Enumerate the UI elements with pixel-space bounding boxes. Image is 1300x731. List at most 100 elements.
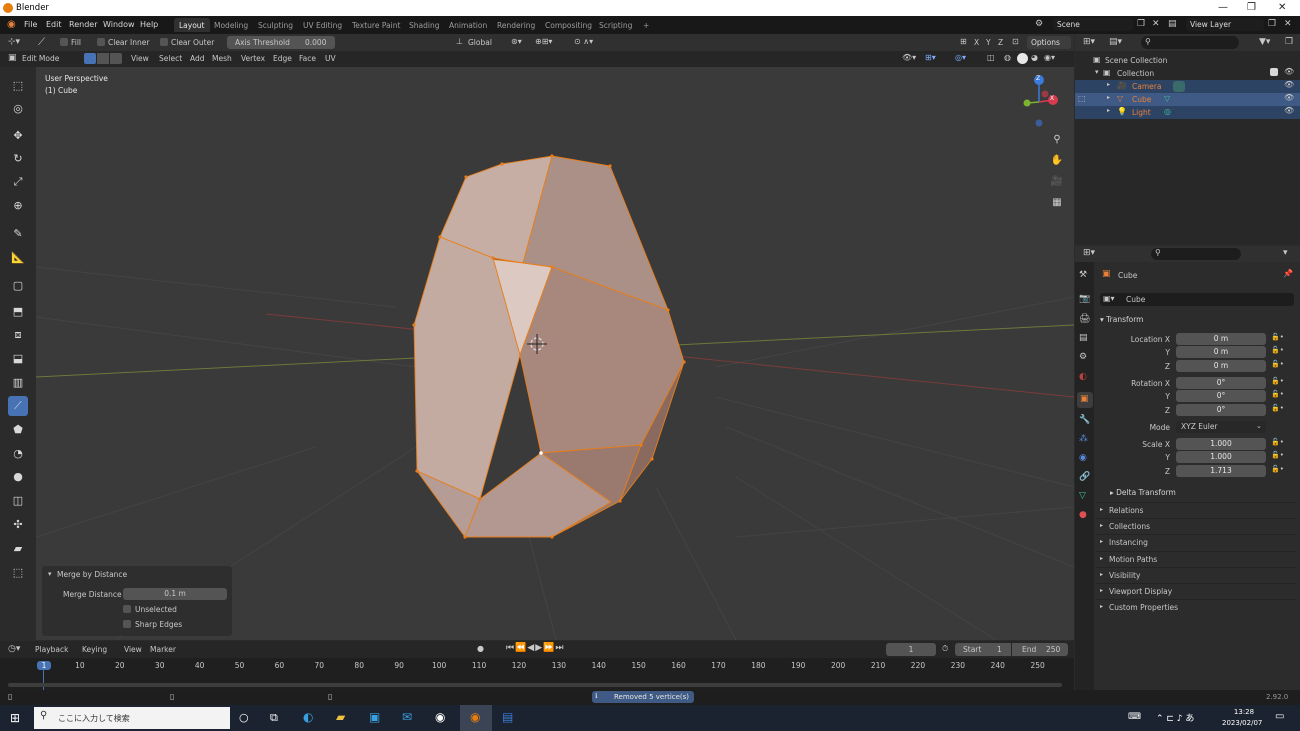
blender-taskbar-button[interactable]: ◉ <box>460 705 492 731</box>
rotation-y-field[interactable]: 0° <box>1176 390 1266 402</box>
snap-icon[interactable]: ⊕⊞▾ <box>535 37 552 46</box>
eye-icon[interactable]: 👁 <box>1284 106 1294 115</box>
edge-browser-icon[interactable]: ◐ <box>303 710 313 724</box>
mirror-icon[interactable]: ⊞ <box>960 37 967 46</box>
lock-icon[interactable]: 🔓• <box>1271 465 1284 473</box>
tab-uv-editing[interactable]: UV Editing <box>298 18 347 32</box>
modifiers-tab-icon[interactable]: 🔧 <box>1079 415 1090 425</box>
panel-custom-properties[interactable]: ▸ Custom Properties <box>1096 599 1296 614</box>
scale-x-field[interactable]: 1.000 <box>1176 438 1266 450</box>
expand-icon[interactable]: ▸ <box>1107 81 1110 88</box>
preview-range-icon[interactable]: ⏱ <box>942 644 948 654</box>
menu-view[interactable]: View <box>131 54 149 63</box>
end-frame-field[interactable]: End 250 <box>1012 643 1068 656</box>
rotation-z-field[interactable]: 0° <box>1176 404 1266 416</box>
start-frame-field[interactable]: Start 1 <box>955 643 1011 656</box>
delete-scene-icon[interactable]: ✕ <box>1152 19 1160 29</box>
sharp-edges-checkbox[interactable] <box>123 620 131 628</box>
menu-keying[interactable]: Keying <box>82 645 107 654</box>
scene-tab-icon[interactable]: ⚙ <box>1079 352 1087 362</box>
axis-y-toggle[interactable]: Y <box>986 38 991 47</box>
lock-icon[interactable]: 🔓• <box>1271 377 1284 385</box>
merge-distance-field[interactable]: 0.1 m <box>123 588 227 600</box>
delta-transform-header[interactable]: ▸ Delta Transform <box>1110 488 1176 497</box>
timeline-editor-icon[interactable]: ◷▾ <box>8 644 20 654</box>
3d-viewport[interactable]: User Perspective (1) Cube <box>36 67 1074 640</box>
tray-icons[interactable]: ⌃ ⊏ ♪ あ <box>1156 711 1194 724</box>
pin-icon[interactable]: 📌 <box>1283 269 1293 278</box>
add-cube-icon[interactable]: ▢ <box>8 275 28 295</box>
knife-icon[interactable]: ⟋ <box>8 396 28 416</box>
lock-icon[interactable]: 🔓• <box>1271 360 1284 368</box>
transform-panel-header[interactable]: ▾ Transform <box>1100 315 1143 324</box>
visibility-icon[interactable]: 👁▾ <box>902 53 916 62</box>
smooth-icon[interactable]: ● <box>8 466 28 486</box>
keyboard-icon[interactable]: ⌨ <box>1128 712 1141 722</box>
menu-file[interactable]: File <box>24 20 37 29</box>
menu-select[interactable]: Select <box>159 54 182 63</box>
solid-shading-icon[interactable] <box>1017 53 1028 64</box>
record-icon[interactable]: ● <box>477 644 484 653</box>
panel-relations[interactable]: ▸ Relations <box>1096 502 1296 517</box>
view-layer-field[interactable]: View Layer <box>1186 18 1264 31</box>
tab-texture-paint[interactable]: Texture Paint <box>347 18 405 32</box>
maximize-icon[interactable]: ❐ <box>1247 2 1256 13</box>
outliner-search[interactable]: ⚲ <box>1141 36 1239 49</box>
tab-shading[interactable]: Shading <box>404 18 444 32</box>
transform-icon[interactable]: ⊕ <box>8 195 28 215</box>
menu-help[interactable]: Help <box>140 20 158 29</box>
zoom-icon[interactable]: ⚲ <box>1048 130 1066 148</box>
extrude-icon[interactable]: ⬒ <box>8 301 28 321</box>
proportional-edit-icon[interactable]: ⊙ ∧▾ <box>574 37 593 46</box>
panel-viewport-display[interactable]: ▸ Viewport Display <box>1096 583 1296 598</box>
edge-slide-icon[interactable]: ◫ <box>8 490 28 510</box>
tab-compositing[interactable]: Compositing <box>540 18 597 32</box>
pan-hand-icon[interactable]: ✋ <box>1048 151 1066 169</box>
unselected-checkbox[interactable] <box>123 605 131 613</box>
menu-window[interactable]: Window <box>103 20 135 29</box>
panel-visibility[interactable]: ▸ Visibility <box>1096 566 1296 582</box>
measure-icon[interactable]: 📐 <box>8 247 28 267</box>
lock-icon[interactable]: 🔓• <box>1271 333 1284 341</box>
lock-icon[interactable]: 🔓• <box>1271 390 1284 398</box>
scene-field[interactable]: Scene <box>1053 18 1133 31</box>
display-mode-icon[interactable]: ▤▾ <box>1109 37 1122 47</box>
pivot-icon[interactable]: ⊛▾ <box>511 37 522 46</box>
expand-icon[interactable]: ▾ <box>1095 68 1099 76</box>
move-icon[interactable]: ✥ <box>8 125 28 145</box>
tab-animation[interactable]: Animation <box>444 18 492 32</box>
tool-tab-icon[interactable]: ⚒ <box>1079 270 1087 280</box>
cursor-icon[interactable]: ◎ <box>8 98 28 118</box>
rendered-shading-icon[interactable]: ◉▾ <box>1044 53 1055 62</box>
tab-sculpting[interactable]: Sculpting <box>253 18 298 32</box>
annotate-icon[interactable]: ✎ <box>8 223 28 243</box>
axis-x-toggle[interactable]: X <box>974 38 979 47</box>
axis-threshold-field[interactable]: Axis Threshold 0.000 <box>227 36 335 49</box>
edit-mode-toggle-icon[interactable]: ⬚ <box>1078 94 1086 103</box>
object-tab[interactable]: ▣ <box>1077 392 1093 408</box>
material-tab-icon[interactable]: ● <box>1079 510 1087 520</box>
windows-start-icon[interactable]: ⊞ <box>10 711 20 725</box>
output-tab-icon[interactable]: 🖨 <box>1079 314 1090 324</box>
menu-face[interactable]: Face <box>299 54 316 63</box>
properties-options-icon[interactable]: ▾ <box>1283 248 1288 258</box>
filter-icon[interactable]: ▼▾ <box>1259 37 1270 47</box>
inset-icon[interactable]: ⧈ <box>8 325 28 345</box>
axis-z-toggle[interactable]: Z <box>998 38 1003 47</box>
render-tab-icon[interactable]: 📷 <box>1079 294 1090 304</box>
panel-collections[interactable]: ▸ Collections <box>1096 518 1296 533</box>
blender-menu-icon[interactable]: ◉ <box>7 19 16 30</box>
tab-modeling[interactable]: Modeling <box>209 18 253 32</box>
menu-edit[interactable]: Edit <box>46 20 62 29</box>
particles-tab-icon[interactable]: ⁂ <box>1079 434 1088 444</box>
notification-icon[interactable]: ▭ <box>1275 711 1284 722</box>
physics-tab-icon[interactable]: ◉ <box>1079 453 1087 463</box>
outliner-row-camera[interactable]: ▸ 🎥 Camera 👁 <box>1075 80 1300 93</box>
menu-playback[interactable]: Playback <box>35 645 68 654</box>
location-x-field[interactable]: 0 m <box>1176 333 1266 345</box>
menu-render[interactable]: Render <box>69 20 97 29</box>
face-select-icon[interactable] <box>110 53 122 64</box>
lock-icon[interactable]: 🔓• <box>1271 438 1284 446</box>
taskbar-search[interactable]: ⚲ ここに入力して検索 <box>34 707 230 729</box>
eye-icon[interactable]: 👁 <box>1284 80 1294 89</box>
